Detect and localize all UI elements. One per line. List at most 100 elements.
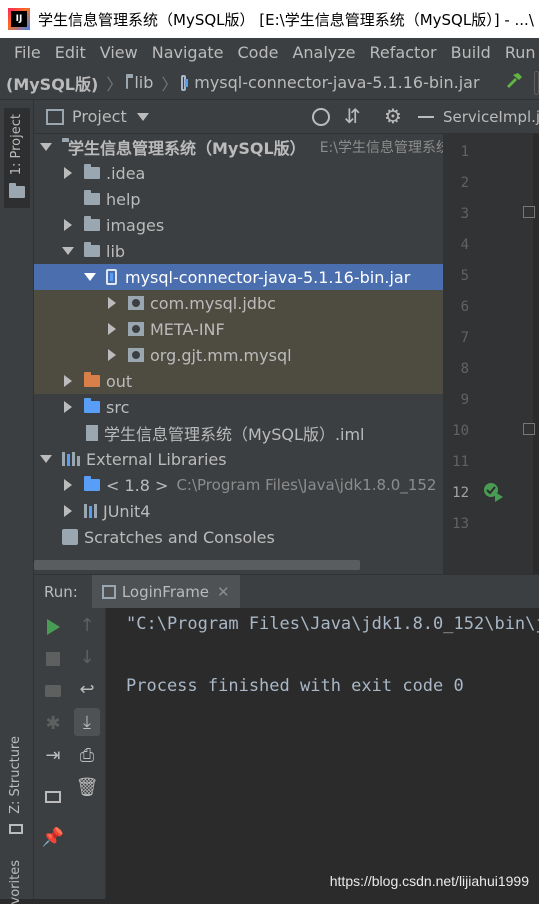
build-hammer-icon[interactable] bbox=[504, 71, 524, 95]
favorites-tool-tab[interactable]: vorites bbox=[8, 860, 23, 904]
line-number: 13 bbox=[443, 516, 469, 532]
tree-item-src[interactable]: src bbox=[34, 394, 443, 420]
line-number: 11 bbox=[443, 454, 469, 470]
intellij-logo-icon bbox=[8, 8, 30, 30]
project-tool-tab-label[interactable]: 1: Project bbox=[9, 114, 24, 175]
rerun-icon[interactable] bbox=[42, 616, 64, 638]
menu-code[interactable]: Code bbox=[238, 43, 279, 62]
menu-analyze[interactable]: Analyze bbox=[292, 43, 355, 62]
soft-wrap-icon[interactable]: ↩ bbox=[76, 678, 98, 700]
collapsed-arrow-icon[interactable] bbox=[108, 323, 116, 335]
run-config-selector[interactable] bbox=[534, 71, 539, 95]
collapsed-arrow-icon[interactable] bbox=[108, 349, 116, 361]
breadcrumb-separator-icon: 〉 bbox=[106, 71, 122, 95]
tree-item-scratches[interactable]: Scratches and Consoles bbox=[34, 524, 443, 550]
collapsed-arrow-icon[interactable] bbox=[64, 219, 72, 231]
menu-bar: File Edit View Navigate Code Analyze Ref… bbox=[0, 38, 539, 66]
tree-item-jdk[interactable]: < 1.8 > C:\Program Files\Java\jdk1.8.0_1… bbox=[34, 472, 443, 498]
tree-item-iml-file[interactable]: 学生信息管理系统（MySQL版）.iml bbox=[34, 420, 443, 446]
tree-item-project-root[interactable]: 学生信息管理系统（MySQL版） E:\学生信息管理系统 bbox=[34, 134, 443, 160]
collapse-all-icon[interactable]: ⇵ bbox=[344, 104, 361, 128]
expanded-arrow-icon[interactable] bbox=[40, 143, 52, 151]
run-tab-loginframe[interactable]: LoginFrame ✕ bbox=[92, 575, 240, 609]
line-number: 2 bbox=[443, 175, 469, 191]
tree-item-junit4[interactable]: JUnit4 bbox=[34, 498, 443, 524]
breadcrumb-jar[interactable]: mysql-connector-java-5.1.16-bin.jar bbox=[194, 73, 479, 92]
window-title: 学生信息管理系统（MySQL版） [E:\学生信息管理系统（MySQL版）] -… bbox=[38, 9, 534, 30]
breadcrumb-lib[interactable]: lib bbox=[134, 73, 153, 92]
menu-run[interactable]: Run bbox=[505, 43, 536, 62]
menu-navigate[interactable]: Navigate bbox=[152, 43, 224, 62]
collapsed-arrow-icon[interactable] bbox=[64, 375, 72, 387]
breadcrumb-project[interactable]: (MySQL版) bbox=[6, 71, 98, 95]
stop-icon[interactable] bbox=[42, 648, 64, 670]
collapsed-arrow-icon[interactable] bbox=[64, 167, 72, 179]
trash-icon[interactable]: 🗑 bbox=[76, 776, 98, 798]
close-icon[interactable]: ✕ bbox=[217, 583, 230, 601]
console-line: Process finished with exit code 0 bbox=[126, 676, 464, 696]
tree-item-external-libraries[interactable]: External Libraries bbox=[34, 446, 443, 472]
line-number: 9 bbox=[443, 392, 469, 408]
tree-item-mysql-connector-jar[interactable]: mysql-connector-java-5.1.16-bin.jar bbox=[34, 264, 443, 290]
collapsed-arrow-icon[interactable] bbox=[108, 297, 116, 309]
menu-refactor[interactable]: Refactor bbox=[370, 43, 437, 62]
expanded-arrow-icon[interactable] bbox=[62, 247, 74, 255]
bug-icon[interactable]: ✱ bbox=[42, 712, 64, 734]
tree-item-path: C:\Program Files\Java\jdk1.8.0_152 bbox=[176, 476, 436, 494]
collapsed-arrow-icon[interactable] bbox=[64, 505, 72, 517]
editor-tab-label[interactable]: ServiceImpl.ja bbox=[443, 108, 539, 126]
package-icon bbox=[128, 322, 144, 336]
tree-item-label: 学生信息管理系统（MySQL版）.iml bbox=[104, 421, 365, 445]
fold-marker-icon[interactable] bbox=[523, 423, 535, 435]
arrow-up-icon[interactable]: ↑ bbox=[76, 614, 98, 636]
collapsed-arrow-icon[interactable] bbox=[64, 401, 72, 413]
tree-item-label: mysql-connector-java-5.1.16-bin.jar bbox=[125, 268, 410, 287]
hide-panel-icon[interactable] bbox=[418, 116, 434, 118]
expanded-arrow-icon[interactable] bbox=[40, 455, 52, 463]
run-tab-label[interactable]: LoginFrame bbox=[122, 583, 209, 601]
camera-icon[interactable] bbox=[42, 680, 64, 702]
tree-item-lib[interactable]: lib bbox=[34, 238, 443, 264]
gear-icon[interactable]: ⚙ bbox=[384, 104, 402, 128]
project-panel-title[interactable]: Project bbox=[72, 107, 127, 126]
pin-icon[interactable]: 📌 bbox=[42, 826, 64, 848]
run-gutter-icon[interactable] bbox=[483, 482, 507, 508]
menu-build[interactable]: Build bbox=[451, 43, 491, 62]
menu-edit[interactable]: Edit bbox=[55, 43, 86, 62]
jar-icon bbox=[181, 75, 186, 91]
console-line: "C:\Program Files\Java\jdk1.8.0_152\bin\… bbox=[126, 614, 539, 634]
arrow-down-icon[interactable]: ↓ bbox=[76, 646, 98, 668]
layout-icon[interactable] bbox=[42, 786, 64, 808]
horizontal-scrollbar[interactable] bbox=[34, 560, 360, 570]
editor-area: ServiceImpl.ja 1 2 3 4 5 6 7 8 9 10 11 1… bbox=[443, 100, 539, 574]
tree-item-images[interactable]: images bbox=[34, 212, 443, 238]
tree-item-org-gjt-mm-mysql[interactable]: org.gjt.mm.mysql bbox=[34, 342, 443, 368]
editor-gutter: 1 2 3 4 5 6 7 8 9 10 11 12 13 bbox=[443, 134, 533, 574]
scroll-to-end-icon[interactable]: ⤓ bbox=[76, 711, 98, 733]
jdk-folder-icon bbox=[84, 479, 100, 491]
menu-view[interactable]: View bbox=[100, 43, 138, 62]
module-file-icon bbox=[86, 425, 98, 441]
chevron-down-icon[interactable] bbox=[137, 113, 149, 121]
line-number: 6 bbox=[443, 299, 469, 315]
tree-item-help[interactable]: help bbox=[34, 186, 443, 212]
expanded-arrow-icon[interactable] bbox=[84, 273, 96, 281]
menu-file[interactable]: File bbox=[14, 43, 41, 62]
tree-item-out[interactable]: out bbox=[34, 368, 443, 394]
print-icon[interactable]: ⎙ bbox=[76, 744, 98, 766]
tree-item-meta-inf[interactable]: META-INF bbox=[34, 316, 443, 342]
editor-tab[interactable]: ServiceImpl.ja bbox=[443, 100, 539, 134]
folder-icon bbox=[84, 245, 100, 257]
tree-item-label: META-INF bbox=[150, 320, 225, 339]
tree-item-label: Scratches and Consoles bbox=[84, 528, 275, 547]
folder-icon bbox=[84, 167, 100, 179]
watermark: https://blog.csdn.net/lijiahui1999 bbox=[330, 873, 529, 889]
exit-icon[interactable]: ⇥ bbox=[42, 744, 64, 766]
collapsed-arrow-icon[interactable] bbox=[64, 479, 72, 491]
tree-item-idea[interactable]: .idea bbox=[34, 160, 443, 186]
locate-file-icon[interactable] bbox=[312, 108, 330, 126]
structure-tool-tab[interactable]: Z: Structure bbox=[8, 736, 23, 814]
fold-marker-icon[interactable] bbox=[523, 206, 535, 218]
tree-item-com-mysql-jdbc[interactable]: com.mysql.jdbc bbox=[34, 290, 443, 316]
console-output[interactable]: "C:\Program Files\Java\jdk1.8.0_152\bin\… bbox=[106, 608, 539, 899]
